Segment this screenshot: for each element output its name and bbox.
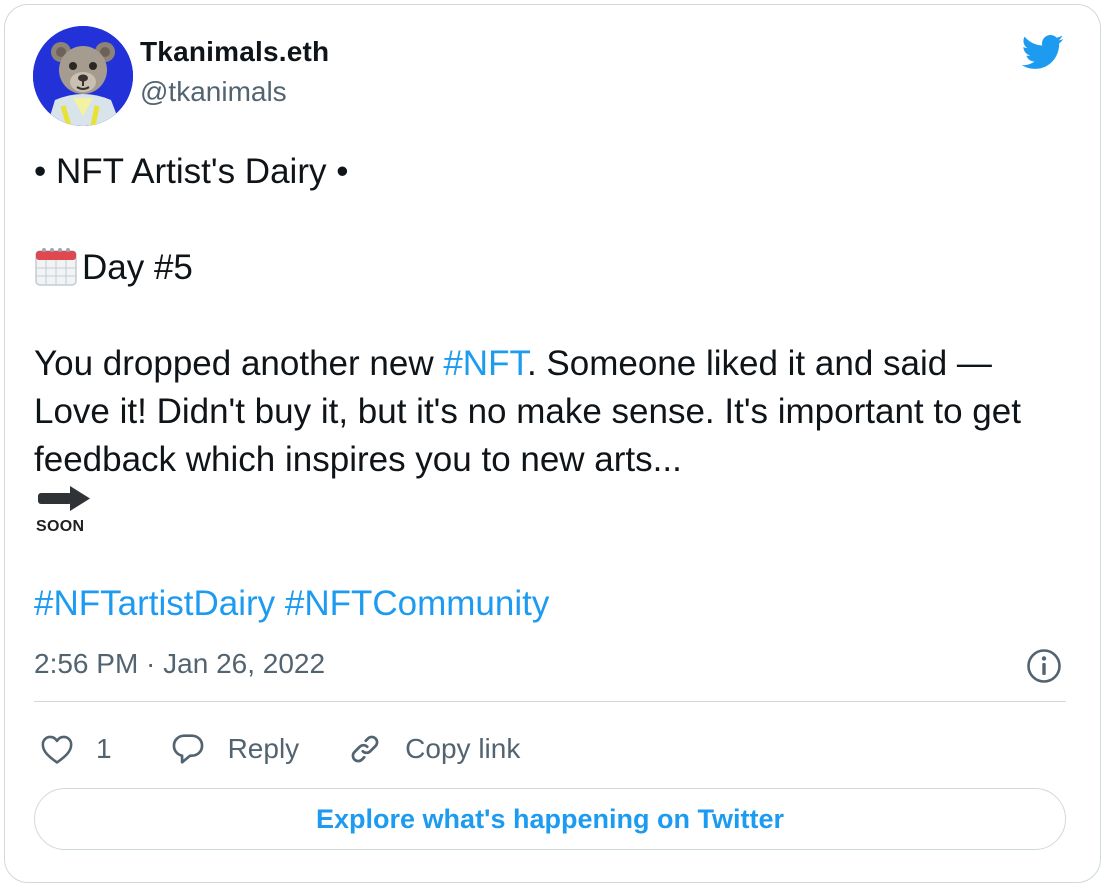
reply-button[interactable]: Reply [170, 732, 300, 766]
reply-label: Reply [227, 733, 300, 764]
soon-arrow-icon [38, 486, 90, 511]
calendar-icon [35, 248, 77, 286]
body-text-1: You dropped another new [34, 344, 444, 383]
author-handle[interactable]: @tkanimals [140, 76, 287, 108]
hashtag-nftartistdairy-link[interactable]: #NFTartistDairy [34, 584, 275, 623]
tweet-timestamp[interactable]: 2:56 PM · Jan 26, 2022 [34, 648, 325, 680]
tweet-day-line: Day #5 [34, 244, 193, 292]
soon-label: SOON [36, 518, 85, 535]
copy-link-label: Copy link [405, 733, 521, 764]
twitter-bird-icon[interactable] [1016, 30, 1068, 74]
explore-twitter-button[interactable]: Explore what's happening on Twitter [34, 788, 1066, 850]
hashtag-line: #NFTartistDairy #NFTCommunity [34, 580, 549, 628]
tweet-title-line: • NFT Artist's Dairy • [34, 152, 349, 191]
copy-link-button[interactable]: Copy link [347, 731, 520, 767]
reply-icon [172, 734, 203, 764]
hashtag-nft-link[interactable]: #NFT [443, 344, 527, 383]
action-bar: 1 Reply Copy link [34, 724, 520, 774]
author-name[interactable]: Tkanimals.eth [140, 36, 329, 68]
bear-avatar-icon [33, 26, 133, 126]
divider [34, 701, 1066, 702]
like-button[interactable]: 1 [40, 733, 112, 765]
soon-arrow-emoji: SOON [36, 484, 96, 538]
heart-icon [41, 735, 73, 764]
avatar[interactable] [33, 26, 133, 126]
tweet-body: You dropped another new #NFT. Someone li… [34, 340, 1074, 484]
day-label: Day #5 [82, 248, 193, 287]
hashtag-nftcommunity-link[interactable]: #NFTCommunity [285, 584, 549, 623]
like-count: 1 [96, 733, 112, 764]
info-icon[interactable] [1026, 648, 1062, 684]
link-icon [351, 735, 379, 763]
